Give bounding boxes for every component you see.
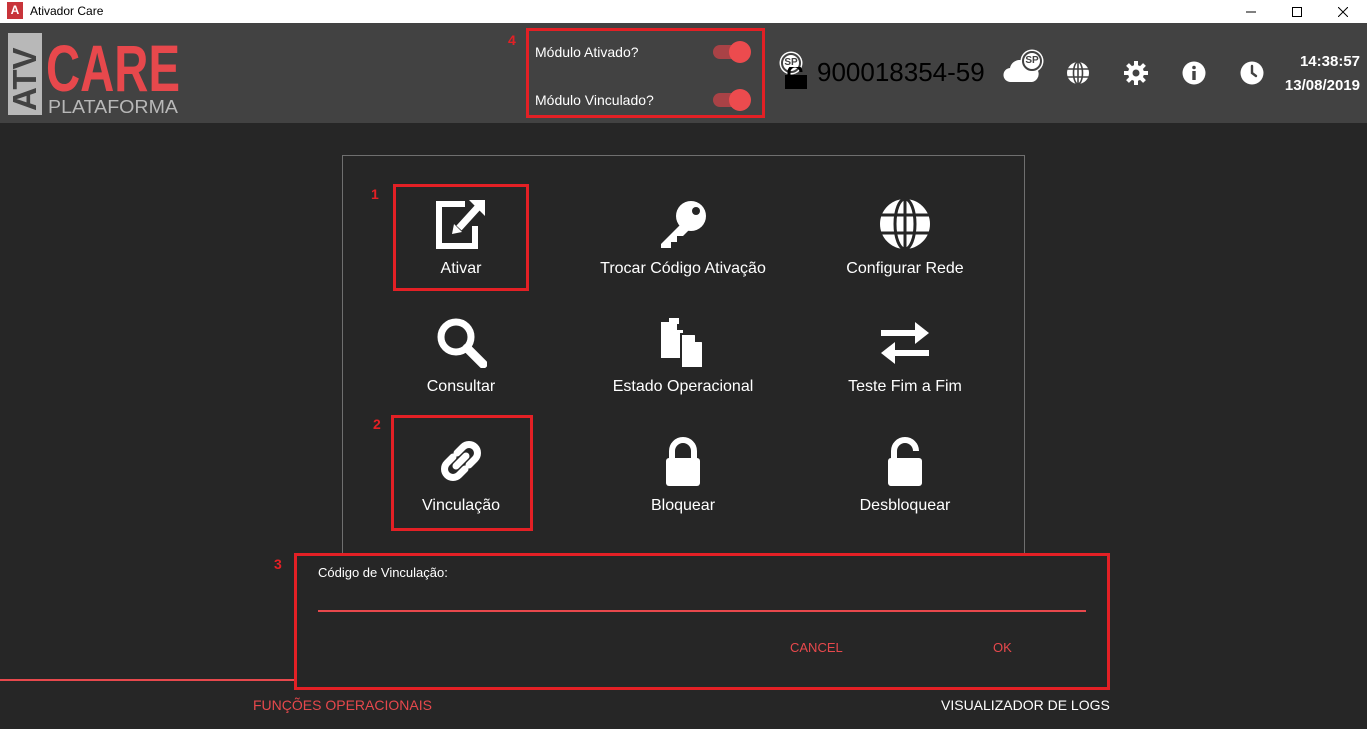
current-date: 13/08/2019 bbox=[1284, 77, 1360, 94]
menu-teste-fim-a-fim-label: Teste Fim a Fim bbox=[848, 378, 962, 395]
maximize-button[interactable] bbox=[1274, 0, 1320, 23]
clock-icon[interactable] bbox=[1240, 61, 1264, 85]
link-code-dialog: Código de Vinculação: CANCEL OK bbox=[294, 553, 1110, 690]
menu-desbloquear-label: Desbloquear bbox=[859, 497, 951, 514]
module-toggles-highlight: Módulo Ativado? Módulo Vinculado? bbox=[526, 28, 765, 118]
atv-care-logo: ATV CARE PLATAFORMA bbox=[6, 31, 183, 117]
info-icon[interactable] bbox=[1182, 61, 1206, 85]
menu-bloquear-label: Bloquear bbox=[650, 497, 716, 514]
datetime: 14:38:57 13/08/2019 bbox=[1275, 50, 1360, 98]
menu-estado-operacional-label: Estado Operacional bbox=[612, 378, 754, 395]
vinculacao-highlight bbox=[391, 415, 533, 531]
menu-estado-operacional[interactable]: Estado Operacional bbox=[583, 316, 783, 426]
serial-number: 900018354-59 bbox=[817, 57, 985, 87]
window-titlebar: A Ativador Care bbox=[0, 0, 1367, 23]
cancel-button[interactable]: CANCEL bbox=[790, 640, 843, 655]
menu-trocar-codigo[interactable]: Trocar Código Ativação bbox=[583, 198, 783, 308]
minimize-icon bbox=[1246, 11, 1256, 12]
exchange-icon bbox=[881, 322, 929, 364]
unlock-icon bbox=[888, 437, 922, 486]
app-logo-icon: A bbox=[7, 2, 23, 19]
toggle-row-linked: Módulo Vinculado? bbox=[535, 89, 654, 111]
logo-main-text: CARE bbox=[46, 33, 180, 105]
menu-trocar-codigo-label: Trocar Código Ativação bbox=[600, 260, 766, 277]
toggle-label-activated: Módulo Ativado? bbox=[535, 44, 639, 60]
menu-consultar[interactable]: Consultar bbox=[361, 316, 561, 426]
menu-teste-fim-a-fim[interactable]: Teste Fim a Fim bbox=[805, 316, 1005, 426]
logo-sub-text: PLATAFORMA bbox=[48, 97, 178, 115]
active-tab-indicator bbox=[0, 679, 294, 681]
copy-icon bbox=[661, 318, 704, 368]
cloud-badge: SP bbox=[1022, 51, 1042, 71]
maximize-icon bbox=[1292, 6, 1302, 17]
lock-icon bbox=[666, 437, 700, 486]
menu-desbloquear[interactable]: Desbloquear bbox=[805, 435, 1005, 545]
tab-visualizador-de-logs[interactable]: VISUALIZADOR DE LOGS bbox=[941, 697, 1110, 713]
tab-funcoes-operacionais[interactable]: FUNÇÕES OPERACIONAIS bbox=[253, 697, 432, 713]
app-header: ATV CARE PLATAFORMA 4 Módulo Ativado? Mó… bbox=[0, 23, 1367, 123]
globe-icon[interactable] bbox=[1066, 61, 1090, 85]
menu-bloquear[interactable]: Bloquear bbox=[583, 435, 783, 545]
padlock-open-icon bbox=[785, 67, 807, 89]
logo-left-text: ATV bbox=[8, 47, 43, 111]
toggle-row-activated: Módulo Ativado? bbox=[535, 41, 639, 63]
ok-button[interactable]: OK bbox=[993, 640, 1012, 655]
search-icon bbox=[437, 318, 487, 368]
callout-3: 3 bbox=[274, 556, 282, 572]
window-title: Ativador Care bbox=[30, 4, 104, 18]
current-time: 14:38:57 bbox=[1299, 53, 1360, 70]
menu-configurar-rede-label: Configurar Rede bbox=[846, 260, 964, 277]
close-button[interactable] bbox=[1320, 0, 1366, 23]
gear-icon[interactable] bbox=[1124, 61, 1148, 85]
toggle-label-linked: Módulo Vinculado? bbox=[535, 92, 654, 108]
link-code-label: Código de Vinculação: bbox=[318, 565, 448, 580]
close-icon bbox=[1338, 6, 1348, 17]
menu-consultar-label: Consultar bbox=[426, 378, 496, 395]
minimize-button[interactable] bbox=[1228, 0, 1274, 23]
toggle-linked-switch[interactable] bbox=[713, 86, 751, 111]
link-code-input[interactable] bbox=[318, 586, 1086, 612]
key-icon bbox=[661, 201, 706, 248]
toggle-activated-switch[interactable] bbox=[713, 38, 751, 63]
ativar-highlight bbox=[393, 184, 529, 291]
menu-configurar-rede[interactable]: Configurar Rede bbox=[805, 198, 1005, 308]
globe-icon bbox=[880, 198, 930, 250]
callout-4: 4 bbox=[508, 32, 516, 48]
